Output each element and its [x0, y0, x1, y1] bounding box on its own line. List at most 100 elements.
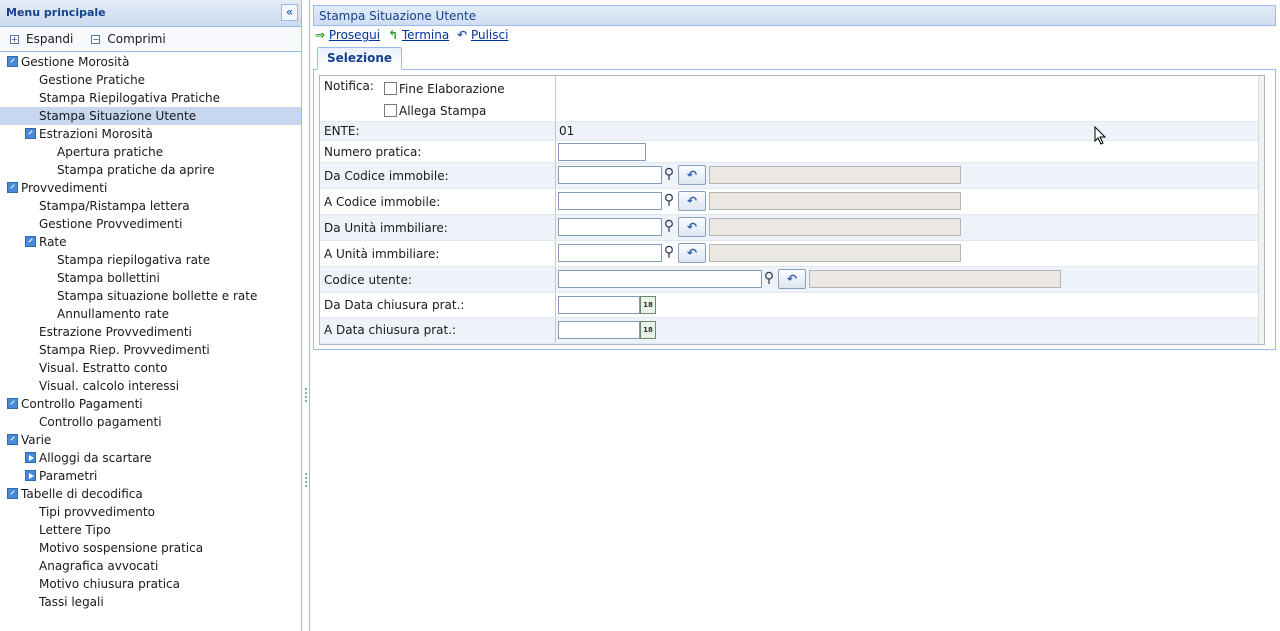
notifica-row: Notifica: Fine Elaborazione Allega Stamp…	[320, 76, 1260, 122]
menu-item[interactable]: Gestione Provvedimenti	[0, 215, 301, 233]
minus-box-icon: −	[91, 34, 101, 44]
calendar-icon[interactable]: 18	[640, 321, 656, 339]
expand-all-button[interactable]: + Espandi	[10, 32, 81, 46]
ente-value: 01	[559, 124, 575, 138]
menu-item[interactable]: Motivo chiusura pratica	[0, 575, 301, 593]
content-panel: Stampa Situazione Utente ⇒ Prosegui ↰ Te…	[313, 5, 1276, 352]
reset-button[interactable]: ↶	[678, 243, 706, 263]
double-chevron-left-icon: «	[285, 5, 294, 19]
menu-item[interactable]: Stampa/Ristampa lettera	[0, 197, 301, 215]
a-unita-input[interactable]	[558, 244, 662, 262]
ente-row: ENTE: 01	[320, 122, 1260, 141]
numero-pratica-input[interactable]	[558, 143, 646, 161]
collapse-node-icon[interactable]	[7, 398, 18, 409]
da-unita-input[interactable]	[558, 218, 662, 236]
codice-utente-description	[809, 270, 1061, 288]
menu-item[interactable]: Rate	[0, 233, 301, 251]
codice-utente-input[interactable]	[558, 270, 762, 288]
tab-selezione[interactable]: Selezione	[317, 47, 402, 70]
search-icon[interactable]: ⚲	[660, 218, 678, 236]
menu-item-label: Provvedimenti	[21, 181, 108, 195]
collapse-node-icon[interactable]	[7, 434, 18, 445]
menu-item-label: Gestione Provvedimenti	[39, 217, 183, 231]
menu-item-label: Stampa bollettini	[57, 271, 160, 285]
menu-item[interactable]: Stampa riepilogativa rate	[0, 251, 301, 269]
expand-node-icon[interactable]	[25, 470, 36, 481]
expand-node-icon[interactable]	[25, 452, 36, 463]
search-icon[interactable]: ⚲	[660, 244, 678, 262]
menu-item[interactable]: Tassi legali	[0, 593, 301, 611]
menu-item[interactable]: Stampa Riep. Provvedimenti	[0, 341, 301, 359]
collapse-node-icon[interactable]	[7, 488, 18, 499]
exit-arrow-icon: ↰	[387, 28, 399, 42]
menu-item[interactable]: Controllo pagamenti	[0, 413, 301, 431]
collapse-node-icon[interactable]	[7, 182, 18, 193]
menu-item[interactable]: Provvedimenti	[0, 179, 301, 197]
menu-item[interactable]: Varie	[0, 431, 301, 449]
menu-item[interactable]: Gestione Pratiche	[0, 71, 301, 89]
reset-button[interactable]: ↶	[678, 217, 706, 237]
menu-item[interactable]: Estrazione Provvedimenti	[0, 323, 301, 341]
column-separator	[555, 215, 556, 240]
panel-title: Stampa Situazione Utente	[313, 5, 1276, 26]
column-separator	[555, 241, 556, 266]
menu-item[interactable]: Alloggi da scartare	[0, 449, 301, 467]
menu-item[interactable]: Stampa bollettini	[0, 269, 301, 287]
collapse-node-icon[interactable]	[25, 128, 36, 139]
termina-link[interactable]: Termina	[402, 28, 449, 42]
codice-utente-label: Codice utente:	[324, 273, 412, 287]
menu-item[interactable]: Anagrafica avvocati	[0, 557, 301, 575]
column-separator	[555, 293, 556, 317]
menu-item[interactable]: Apertura pratiche	[0, 143, 301, 161]
menu-item[interactable]: Lettere Tipo	[0, 521, 301, 539]
collapse-node-icon[interactable]	[7, 56, 18, 67]
a-data-label: A Data chiusura prat.:	[324, 323, 457, 337]
menu-item-label: Stampa pratiche da aprire	[57, 163, 215, 177]
a-codice-immobile-input[interactable]	[558, 192, 662, 210]
allega-stampa-checkbox[interactable]	[384, 104, 397, 117]
search-icon[interactable]: ⚲	[660, 192, 678, 210]
calendar-icon[interactable]: 18	[640, 296, 656, 314]
menu-item[interactable]: Stampa Riepilogativa Pratiche	[0, 89, 301, 107]
da-data-input[interactable]	[558, 296, 640, 314]
menu-item[interactable]: Parametri	[0, 467, 301, 485]
column-separator	[555, 189, 556, 214]
menu-item-label: Stampa Situazione Utente	[39, 109, 197, 123]
ente-label: ENTE:	[324, 124, 360, 138]
menu-item[interactable]: Stampa pratiche da aprire	[0, 161, 301, 179]
search-icon[interactable]: ⚲	[660, 166, 678, 184]
menu-item[interactable]: Tabelle di decodifica	[0, 485, 301, 503]
menu-item[interactable]: Tipi provvedimento	[0, 503, 301, 521]
reset-button[interactable]: ↶	[778, 269, 806, 289]
a-data-input[interactable]	[558, 321, 640, 339]
menu-item[interactable]: Estrazioni Morosità	[0, 125, 301, 143]
menu-item[interactable]: Stampa Situazione Utente	[0, 107, 301, 125]
menu-item[interactable]: Annullamento rate	[0, 305, 301, 323]
menu-header: Menu principale «	[0, 0, 301, 27]
menu-item[interactable]: Visual. calcolo interessi	[0, 377, 301, 395]
prosegui-link[interactable]: Prosegui	[329, 28, 380, 42]
column-separator	[555, 267, 556, 292]
allega-stampa-label: Allega Stampa	[399, 104, 487, 118]
form-scrollbar[interactable]	[1258, 76, 1264, 344]
reset-button[interactable]: ↶	[678, 191, 706, 211]
search-icon[interactable]: ⚲	[760, 270, 778, 288]
reset-button[interactable]: ↶	[678, 165, 706, 185]
da-codice-immobile-input[interactable]	[558, 166, 662, 184]
menu-item[interactable]: Controllo Pagamenti	[0, 395, 301, 413]
menu-item[interactable]: Gestione Morosità	[0, 53, 301, 71]
arrow-right-icon: ⇒	[315, 28, 326, 42]
menu-item-label: Stampa riepilogativa rate	[57, 253, 211, 267]
menu-item[interactable]: Motivo sospensione pratica	[0, 539, 301, 557]
collapse-all-button[interactable]: − Comprimi	[91, 32, 173, 46]
panel-splitter[interactable]	[302, 0, 310, 631]
menu-item[interactable]: Visual. Estratto conto	[0, 359, 301, 377]
collapse-node-icon[interactable]	[25, 236, 36, 247]
fine-elaborazione-checkbox[interactable]	[384, 82, 397, 95]
da-unita-description	[709, 218, 961, 236]
a-codice-immobile-label: A Codice immobile:	[324, 195, 441, 209]
menu-item-label: Lettere Tipo	[39, 523, 111, 537]
collapse-panel-button[interactable]: «	[281, 4, 298, 21]
menu-item[interactable]: Stampa situazione bollette e rate	[0, 287, 301, 305]
pulisci-link[interactable]: Pulisci	[471, 28, 508, 42]
